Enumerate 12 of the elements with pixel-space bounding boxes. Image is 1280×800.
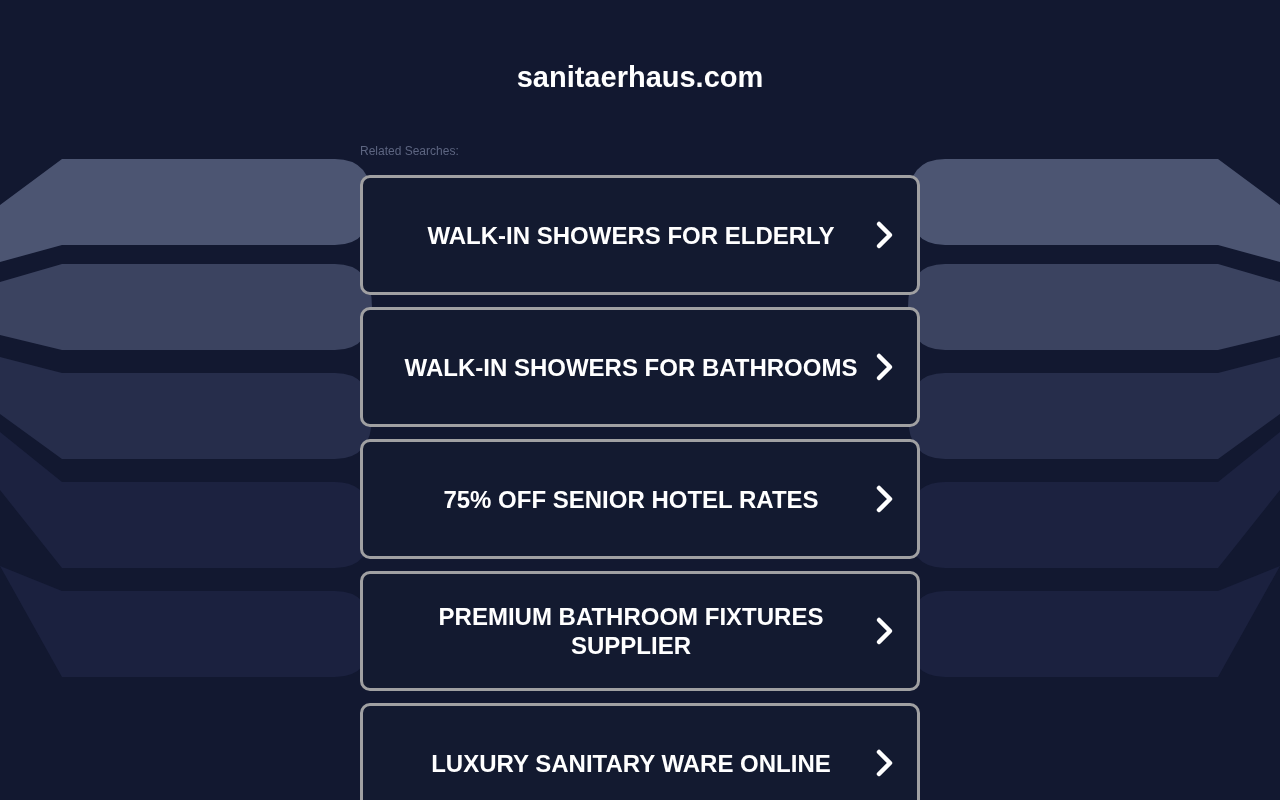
related-search-link[interactable]: WALK-IN SHOWERS FOR ELDERLY xyxy=(360,175,920,295)
chevron-right-icon xyxy=(875,616,895,646)
related-searches-label: Related Searches: xyxy=(360,144,459,158)
related-search-link[interactable]: PREMIUM BATHROOM FIXTURES SUPPLIER xyxy=(360,571,920,691)
related-search-link[interactable]: WALK-IN SHOWERS FOR BATHROOMS xyxy=(360,307,920,427)
chevron-right-icon xyxy=(875,484,895,514)
related-search-link[interactable]: LUXURY SANITARY WARE ONLINE xyxy=(360,703,920,800)
chevron-right-icon xyxy=(875,220,895,250)
chevron-right-icon xyxy=(875,748,895,778)
domain-title: sanitaerhaus.com xyxy=(516,60,764,95)
chevron-right-icon xyxy=(875,352,895,382)
related-search-link[interactable]: 75% OFF SENIOR HOTEL RATES xyxy=(360,439,920,559)
